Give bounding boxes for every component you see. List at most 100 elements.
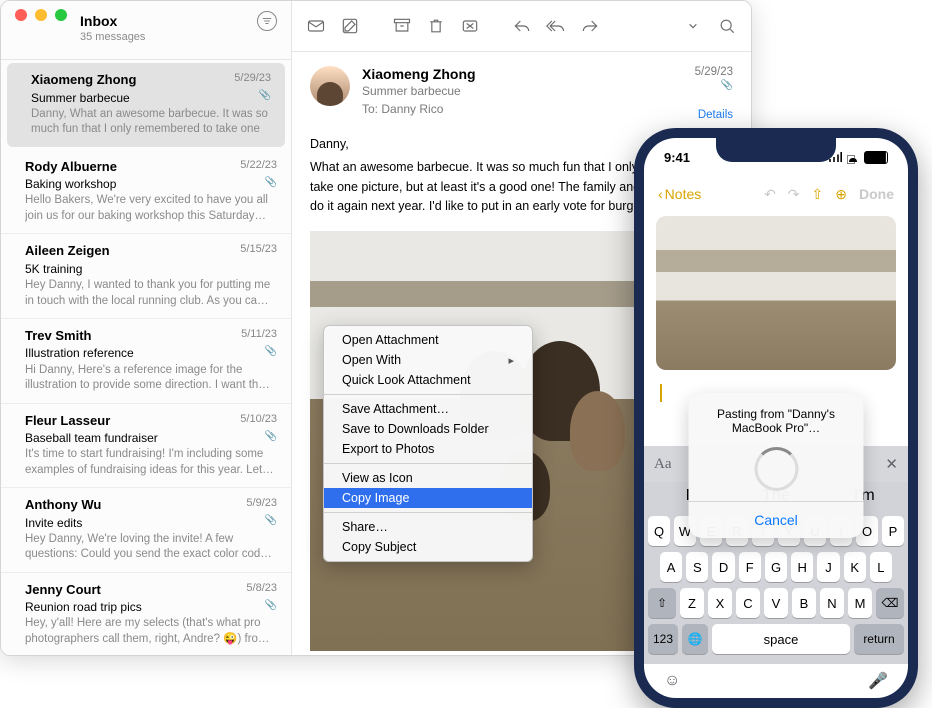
menu-item[interactable]: Export to Photos	[324, 439, 532, 459]
key-C[interactable]: C	[736, 588, 760, 618]
key-K[interactable]: K	[844, 552, 866, 582]
close-icon[interactable]: ✕	[885, 455, 898, 473]
message-header: Xiaomeng Zhong Summer barbecue To: Danny…	[292, 52, 751, 131]
preview: Danny, What an awesome barbecue. It was …	[31, 107, 271, 137]
sidebar-header: Inbox 35 messages	[1, 1, 291, 60]
key-S[interactable]: S	[686, 552, 708, 582]
preview: It's time to start fundraising! I'm incl…	[25, 447, 277, 477]
globe-icon[interactable]: 🌐	[682, 624, 708, 654]
key-N[interactable]: N	[820, 588, 844, 618]
key-X[interactable]: X	[708, 588, 732, 618]
message-list[interactable]: Xiaomeng Zhong5/29/23📎Summer barbecueDan…	[1, 60, 291, 655]
attachment-icon: 📎	[265, 514, 277, 528]
message-row[interactable]: Jenny Court5/8/23📎Reunion road trip pics…	[1, 573, 291, 655]
iphone-device: 9:41 􀙇 ‹ Notes ↶ ↷ ⇧ ⊕ Done	[634, 128, 918, 708]
details-link[interactable]: Details	[695, 109, 733, 121]
sender: Jenny Court	[25, 581, 101, 599]
key-V[interactable]: V	[764, 588, 788, 618]
status-time: 9:41	[664, 150, 690, 165]
subject: Illustration reference	[25, 345, 277, 361]
share-icon[interactable]: ⇧	[812, 186, 824, 203]
subject: Summer barbecue	[362, 84, 683, 98]
key-space[interactable]: space	[712, 624, 850, 654]
menu-item[interactable]: Copy Subject	[324, 537, 532, 557]
message-row[interactable]: Anthony Wu5/9/23📎Invite editsHey Danny, …	[1, 488, 291, 573]
sender: Fleur Lasseur	[25, 412, 110, 430]
iphone-screen: 9:41 􀙇 ‹ Notes ↶ ↷ ⇧ ⊕ Done	[644, 138, 908, 698]
date: 5/9/23	[246, 496, 277, 514]
menu-item[interactable]: Save to Downloads Folder	[324, 419, 532, 439]
key-M[interactable]: M	[848, 588, 872, 618]
message-list-pane: Inbox 35 messages Xiaomeng Zhong5/29/23📎…	[1, 1, 292, 655]
subject: Summer barbecue	[31, 90, 271, 106]
key-H[interactable]: H	[791, 552, 813, 582]
envelope-icon[interactable]	[306, 16, 326, 36]
key-D[interactable]: D	[712, 552, 734, 582]
battery-icon	[864, 151, 888, 164]
menu-item[interactable]: Save Attachment…	[324, 399, 532, 419]
notes-toolbar: ‹ Notes ↶ ↷ ⇧ ⊕ Done	[644, 176, 908, 212]
attachment-icon: 📎	[265, 599, 277, 613]
subject: Baking workshop	[25, 176, 277, 192]
preview: Hey Danny, I wanted to thank you for put…	[25, 278, 277, 308]
forward-icon[interactable]	[580, 16, 600, 36]
message-row[interactable]: Aileen Zeigen5/15/235K trainingHey Danny…	[1, 234, 291, 319]
message-row[interactable]: Fleur Lasseur5/10/23📎Baseball team fundr…	[1, 404, 291, 489]
menu-item[interactable]: Open Attachment	[324, 330, 532, 350]
menu-item[interactable]: Copy Image	[324, 488, 532, 508]
key-A[interactable]: A	[660, 552, 682, 582]
key-J[interactable]: J	[817, 552, 839, 582]
message-row[interactable]: Trev Smith5/11/23📎Illustration reference…	[1, 319, 291, 404]
dictation-icon[interactable]: 🎤	[868, 671, 888, 691]
reply-all-icon[interactable]	[546, 16, 566, 36]
cancel-button[interactable]: Cancel	[689, 501, 864, 538]
subject: Baseball team fundraiser	[25, 430, 277, 446]
key-B[interactable]: B	[792, 588, 816, 618]
reply-icon[interactable]	[512, 16, 532, 36]
key-return[interactable]: return	[854, 624, 904, 654]
to-line: To: Danny Rico	[362, 102, 683, 116]
archive-icon[interactable]	[392, 16, 412, 36]
attachment-icon: 📎	[265, 345, 277, 359]
date: 5/15/23	[240, 242, 277, 260]
message-row[interactable]: Xiaomeng Zhong5/29/23📎Summer barbecueDan…	[7, 63, 285, 147]
key-⇧[interactable]: ⇧	[648, 588, 676, 618]
message-date: 5/29/23	[695, 66, 733, 78]
more-icon[interactable]	[683, 16, 703, 36]
trash-icon[interactable]	[426, 16, 446, 36]
key-L[interactable]: L	[870, 552, 892, 582]
key-⌫[interactable]: ⌫	[876, 588, 904, 618]
menu-item[interactable]: Open With▸	[324, 350, 532, 370]
filter-button[interactable]	[257, 11, 277, 31]
preview: Hey Danny, We're loving the invite! A fe…	[25, 532, 277, 562]
redo-icon[interactable]: ↷	[788, 186, 800, 203]
preview: Hi Danny, Here's a reference image for t…	[25, 363, 277, 393]
note-image[interactable]	[656, 216, 896, 370]
undo-icon[interactable]: ↶	[764, 186, 776, 203]
context-menu[interactable]: Open AttachmentOpen With▸Quick Look Atta…	[323, 325, 533, 562]
message-row[interactable]: Rody Albuerne5/22/23📎Baking workshopHell…	[1, 150, 291, 235]
key-Q[interactable]: Q	[648, 516, 670, 546]
menu-item[interactable]: Share…	[324, 517, 532, 537]
done-button[interactable]: Done	[859, 186, 894, 202]
date: 5/22/23	[240, 158, 277, 176]
compose-icon[interactable]	[340, 16, 360, 36]
format-button[interactable]: Aa	[654, 456, 672, 473]
key-P[interactable]: P	[882, 516, 904, 546]
key-Z[interactable]: Z	[680, 588, 704, 618]
key-G[interactable]: G	[765, 552, 787, 582]
more-icon[interactable]: ⊕	[835, 186, 847, 203]
back-button[interactable]: ‹ Notes	[658, 186, 701, 202]
search-icon[interactable]	[717, 16, 737, 36]
menu-item[interactable]: View as Icon	[324, 468, 532, 488]
emoji-icon[interactable]: ☺	[664, 672, 680, 690]
key-123[interactable]: 123	[648, 624, 678, 654]
key-F[interactable]: F	[739, 552, 761, 582]
menu-item[interactable]: Quick Look Attachment	[324, 370, 532, 390]
junk-icon[interactable]	[460, 16, 480, 36]
modal-text: Pasting from "Danny's MacBook Pro"…	[689, 393, 864, 441]
attachment-icon: 📎	[265, 176, 277, 190]
wifi-icon: 􀙇	[846, 152, 860, 162]
mailbox-subtitle: 35 messages	[15, 31, 277, 43]
toolbar	[292, 1, 751, 52]
